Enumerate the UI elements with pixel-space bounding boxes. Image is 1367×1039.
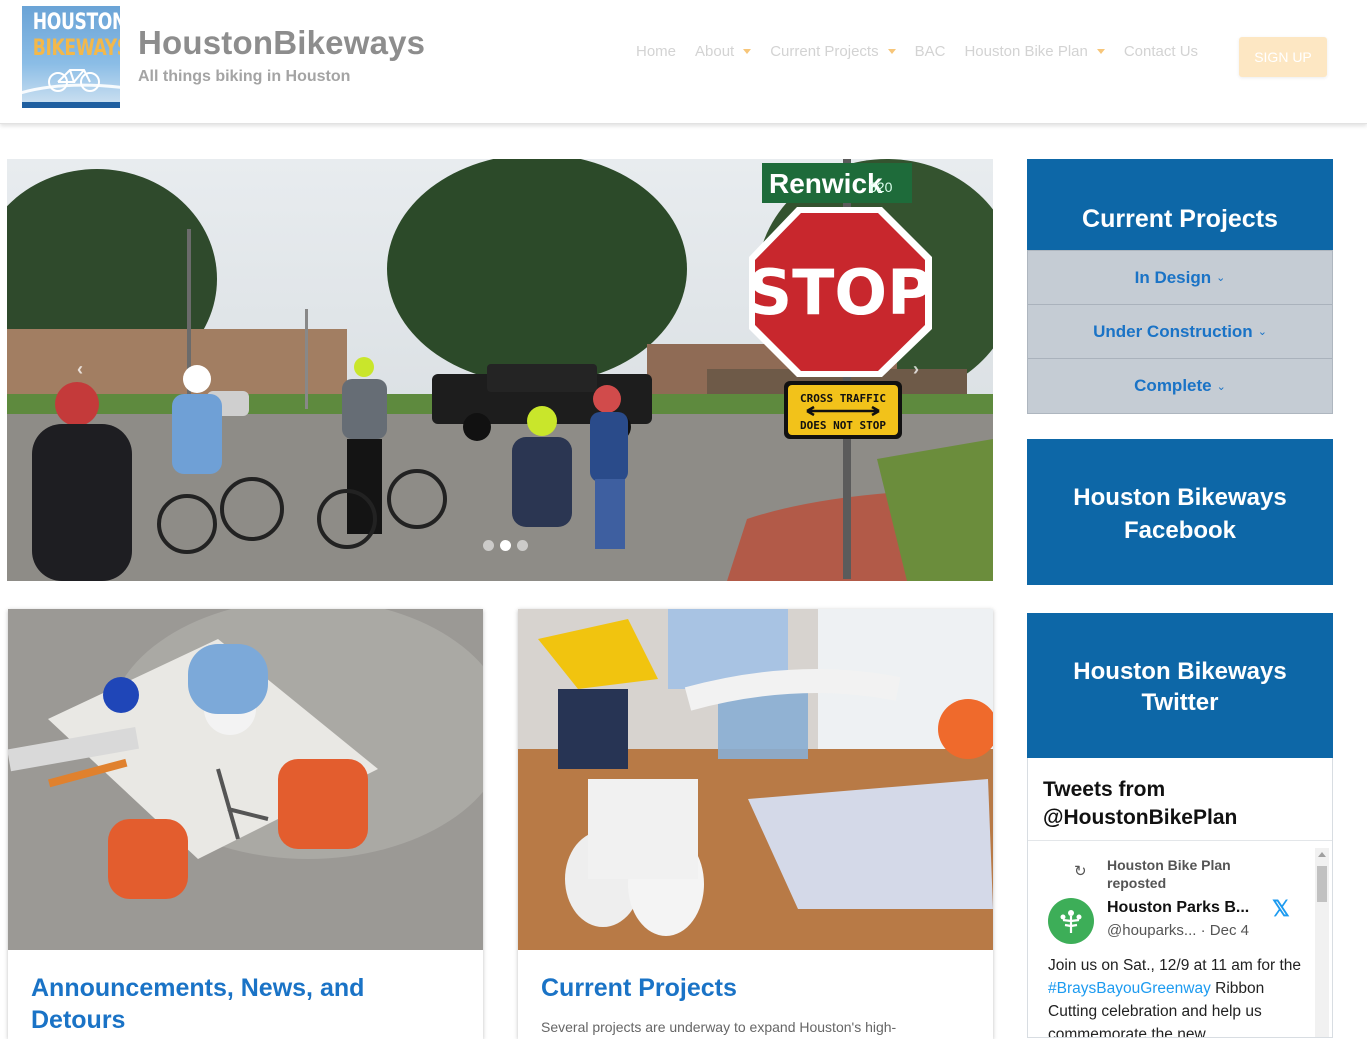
stop-sign-text: STOP bbox=[747, 256, 932, 329]
link-label: Complete bbox=[1134, 376, 1212, 395]
slider-dots bbox=[483, 540, 528, 551]
tweet-text-start: Join us on Sat., 12/9 at 11 am for the bbox=[1048, 957, 1302, 974]
link-label: Under Construction bbox=[1093, 321, 1253, 341]
twitter-box[interactable]: Houston Bikeways Twitter bbox=[1027, 613, 1333, 758]
facebook-label: Houston Bikeways Facebook bbox=[1073, 484, 1287, 544]
street-sign-number: 620 bbox=[869, 179, 893, 195]
heading-label: Current Projects bbox=[1082, 205, 1278, 233]
chevron-down-icon: ⌄ bbox=[1257, 326, 1267, 338]
site-title[interactable]: HoustonBikeways bbox=[138, 24, 425, 62]
repost-text: Houston Bike Plan reposted bbox=[1107, 857, 1231, 891]
twitter-label: Houston Bikeways Twitter bbox=[1073, 657, 1287, 716]
bicycle-icon bbox=[22, 69, 120, 95]
twitter-embed-scrollbar[interactable] bbox=[1315, 848, 1329, 1037]
card-announcements[interactable]: Announcements, News, and Detours bbox=[8, 609, 483, 1039]
facebook-box[interactable]: Houston Bikeways Facebook bbox=[1027, 439, 1333, 585]
main-nav: Home About Current Projects BAC Houston … bbox=[636, 43, 1217, 60]
nav-about[interactable]: About bbox=[695, 43, 752, 60]
tweet-meta: @houparks... · Dec 4 bbox=[1107, 922, 1249, 939]
slider-next-arrow[interactable]: › bbox=[913, 359, 919, 380]
card-title[interactable]: Current Projects bbox=[541, 972, 971, 1004]
nav-label: Contact Us bbox=[1123, 43, 1199, 60]
card-current-projects[interactable]: Current Projects Several projects are un… bbox=[518, 609, 993, 1039]
link-label: In Design bbox=[1134, 267, 1212, 287]
nav-home[interactable]: Home bbox=[636, 43, 676, 60]
slider-dot-3[interactable] bbox=[517, 540, 528, 551]
slider-dot-1[interactable] bbox=[483, 540, 494, 551]
tree-people-icon bbox=[1060, 910, 1082, 933]
nav-houston-bike-plan[interactable]: Houston Bike Plan bbox=[964, 43, 1105, 60]
street-sign-text: Renwick bbox=[769, 168, 883, 199]
slider-dot-2[interactable] bbox=[500, 540, 511, 551]
nav-current-projects[interactable]: Current Projects bbox=[770, 43, 896, 60]
project-link-complete[interactable]: Complete ⌄ bbox=[1028, 359, 1332, 413]
chevron-down-icon: ⌄ bbox=[1216, 380, 1226, 393]
twitter-embed-title: Tweets from @HoustonBikePlan bbox=[1043, 778, 1238, 829]
site-header: HOUSTON BIKEWAYS HoustonBikeways All thi… bbox=[0, 0, 1367, 124]
sidebar-project-links: In Design ⌄ Under Construction ⌄ Complete ⌄ bbox=[1027, 250, 1333, 414]
tweet-author-name[interactable]: Houston Parks B... bbox=[1107, 899, 1249, 917]
repost-icon: ↻ bbox=[1074, 863, 1087, 880]
site-logo[interactable]: HOUSTON BIKEWAYS bbox=[22, 6, 120, 108]
caret-down-icon bbox=[887, 49, 896, 54]
nav-label: Current Projects bbox=[770, 43, 879, 60]
tweet-hashtag[interactable]: #BraysBayouGreenway bbox=[1048, 980, 1211, 997]
twitter-embed-header: Tweets from @HoustonBikePlan bbox=[1028, 758, 1332, 841]
twitter-embed: Tweets from @HoustonBikePlan ↻ Houston B… bbox=[1027, 758, 1333, 1038]
site-tagline: All things biking in Houston bbox=[138, 68, 351, 85]
hero-slider[interactable]: Renwick 620 STOP CROSS TRAFFIC DOES NOT … bbox=[7, 159, 993, 581]
tweet-separator: · bbox=[1200, 922, 1210, 939]
sign-up-button[interactable]: SIGN UP bbox=[1239, 37, 1327, 77]
card-image-construction bbox=[8, 609, 483, 950]
nav-contact-us[interactable]: Contact Us bbox=[1124, 43, 1198, 60]
scroll-thumb[interactable] bbox=[1317, 866, 1327, 902]
project-link-in-design[interactable]: In Design ⌄ bbox=[1028, 251, 1332, 305]
slider-prev-arrow[interactable]: ‹ bbox=[77, 359, 83, 380]
avatar[interactable] bbox=[1048, 898, 1094, 944]
card-image-blueprints bbox=[518, 609, 993, 950]
caret-down-icon bbox=[1096, 49, 1105, 54]
tweet-body: Join us on Sat., 12/9 at 11 am for the #… bbox=[1048, 954, 1304, 1037]
logo-line-houston: HOUSTON bbox=[32, 10, 120, 35]
nav-bac[interactable]: BAC bbox=[915, 43, 946, 60]
nav-label: BAC bbox=[914, 43, 946, 60]
logo-line-bikeways: BIKEWAYS bbox=[32, 36, 120, 61]
warning-sign-line2: DOES NOT STOP bbox=[800, 419, 886, 432]
warning-sign-line1: CROSS TRAFFIC bbox=[800, 392, 886, 405]
card-title[interactable]: Announcements, News, and Detours bbox=[31, 972, 461, 1036]
x-logo-icon[interactable]: 𝕏 bbox=[1272, 896, 1290, 922]
project-link-under-construction[interactable]: Under Construction ⌄ bbox=[1028, 305, 1332, 359]
scroll-up-icon[interactable] bbox=[1318, 852, 1326, 857]
hero-photo: Renwick 620 STOP CROSS TRAFFIC DOES NOT … bbox=[7, 159, 993, 581]
nav-label: Houston Bike Plan bbox=[964, 43, 1088, 60]
caret-down-icon bbox=[743, 49, 752, 54]
sidebar-current-projects-heading: Current Projects bbox=[1027, 159, 1333, 250]
tweet-author-handle[interactable]: @houparks... bbox=[1107, 922, 1196, 939]
tweet-date[interactable]: Dec 4 bbox=[1210, 922, 1249, 939]
chevron-down-icon: ⌄ bbox=[1216, 272, 1226, 284]
nav-label: Home bbox=[636, 43, 677, 60]
nav-label: About bbox=[695, 43, 735, 60]
